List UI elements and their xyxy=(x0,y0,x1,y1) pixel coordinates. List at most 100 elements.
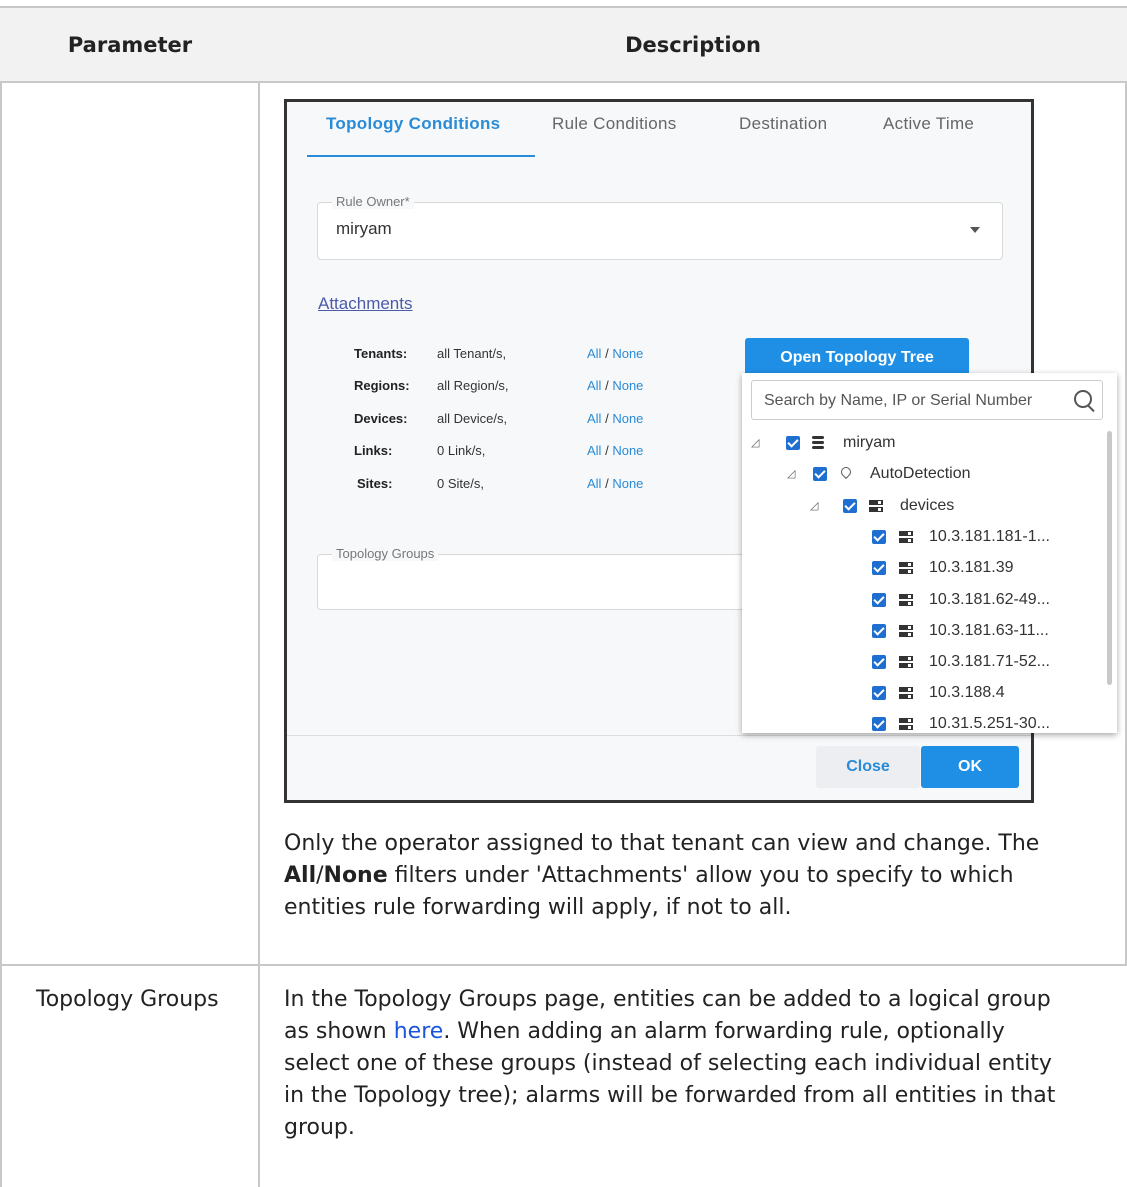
checkbox-checked[interactable] xyxy=(872,593,886,607)
tree-node-label: 10.3.181.62-49... xyxy=(929,591,1050,608)
server-icon xyxy=(899,562,913,574)
checkbox-checked[interactable] xyxy=(872,530,886,544)
location-pin-icon xyxy=(838,464,854,480)
none-filter-link[interactable]: None xyxy=(612,476,643,491)
document-page: Parameter Description Topology Condition… xyxy=(0,0,1127,1187)
expand-triangle-icon[interactable]: ◿ xyxy=(751,436,759,449)
server-icon xyxy=(899,656,913,668)
dialog-footer-divider xyxy=(287,735,1031,736)
expand-triangle-icon[interactable]: ◿ xyxy=(810,499,818,512)
filter-separator: / xyxy=(605,346,609,361)
row2-parameter: Topology Groups xyxy=(36,987,219,1012)
tree-search-input[interactable] xyxy=(762,387,1056,415)
tab-destination[interactable]: Destination xyxy=(739,114,827,134)
tab-topology-conditions[interactable]: Topology Conditions xyxy=(326,114,500,134)
tree-scrollbar[interactable] xyxy=(1107,431,1112,685)
text-line: as shown here. When adding an alarm forw… xyxy=(284,1016,1119,1048)
table-left-border xyxy=(0,6,2,1187)
text-line: in the Topology tree); alarms will be fo… xyxy=(284,1083,1056,1108)
text-line: entities rule forwarding will apply, if … xyxy=(284,895,792,920)
tab-rule-conditions[interactable]: Rule Conditions xyxy=(552,114,677,134)
checkbox-checked[interactable] xyxy=(813,467,827,481)
checkbox-checked[interactable] xyxy=(872,686,886,700)
tree-node-label: 10.3.188.4 xyxy=(929,684,1005,701)
tree-node-device[interactable]: 10.31.5.251-30... xyxy=(872,715,1102,733)
active-tab-indicator xyxy=(307,155,535,157)
server-icon xyxy=(869,500,883,512)
slash-text: / xyxy=(316,863,324,888)
row-divider xyxy=(0,964,1127,966)
attachments-link[interactable]: Attachments xyxy=(318,294,413,314)
tree-node-device[interactable]: 10.3.181.71-52... xyxy=(872,653,1102,677)
rule-owner-select[interactable]: Rule Owner* miryam xyxy=(317,194,1003,260)
expand-triangle-icon[interactable]: ◿ xyxy=(787,467,795,480)
tree-node-device[interactable]: 10.3.188.4 xyxy=(872,684,1102,708)
attachment-value: all Device/s, xyxy=(437,411,508,426)
attachment-value: all Tenant/s, xyxy=(437,346,507,361)
tree-node-device[interactable]: 10.3.181.39 xyxy=(872,559,1102,583)
checkbox-checked[interactable] xyxy=(872,655,886,669)
tree-node-autodetection[interactable]: ◿ AutoDetection xyxy=(787,464,1087,489)
row1-description: Only the operator assigned to that tenan… xyxy=(284,828,1114,924)
text-run: filters under 'Attachments' allow you to… xyxy=(387,863,1014,888)
header-bottom-border xyxy=(0,81,1127,83)
attachment-value: all Region/s, xyxy=(437,378,509,393)
tree-node-label: 10.3.181.181-1... xyxy=(929,528,1050,545)
attachment-label: Sites: xyxy=(357,476,393,491)
tree-search-box xyxy=(751,380,1103,420)
topology-groups-label: Topology Groups xyxy=(332,546,439,561)
attachment-label: Links: xyxy=(354,443,393,458)
ok-button[interactable]: OK xyxy=(921,746,1019,788)
topology-groups-field[interactable]: Topology Groups xyxy=(317,546,779,610)
row2-description: In the Topology Groups page, entities ca… xyxy=(284,984,1119,1144)
tree-node-device[interactable]: 10.3.181.63-11... xyxy=(872,622,1102,646)
attachment-value: 0 Site/s, xyxy=(437,476,484,491)
attachment-label: Tenants: xyxy=(354,346,408,361)
close-button[interactable]: Close xyxy=(816,746,920,788)
attachment-value: 0 Link/s, xyxy=(437,443,486,458)
text-run: as shown xyxy=(284,1019,394,1044)
filter-separator: / xyxy=(605,476,609,491)
tree-node-label: 10.3.181.71-52... xyxy=(929,653,1050,670)
text-line: select one of these groups (instead of s… xyxy=(284,1051,1052,1076)
tree-node-label: 10.3.181.39 xyxy=(929,559,1014,576)
tree-node-label: 10.3.181.63-11... xyxy=(929,622,1049,639)
all-filter-link[interactable]: All xyxy=(587,443,601,458)
all-filter-link[interactable]: All xyxy=(587,411,601,426)
bold-term-all: All xyxy=(284,863,317,888)
filter-separator: / xyxy=(605,443,609,458)
text-line: group. xyxy=(284,1115,355,1140)
attachment-label: Devices: xyxy=(354,411,408,426)
chevron-down-icon xyxy=(970,227,980,233)
here-link[interactable]: here xyxy=(394,1019,444,1044)
attachment-label: Regions: xyxy=(354,378,410,393)
rule-owner-value: miryam xyxy=(336,219,392,238)
open-topology-tree-button[interactable]: Open Topology Tree xyxy=(745,338,969,378)
tree-node-device[interactable]: 10.3.181.62-49... xyxy=(872,591,1102,615)
server-icon xyxy=(899,625,913,637)
none-filter-link[interactable]: None xyxy=(612,378,643,393)
filter-separator: / xyxy=(605,378,609,393)
tree-node-miryam[interactable]: ◿ miryam xyxy=(751,434,1051,458)
checkbox-checked[interactable] xyxy=(786,436,800,450)
header-parameter: Parameter xyxy=(67,33,193,57)
text-line: Only the operator assigned to that tenan… xyxy=(284,831,1040,856)
checkbox-checked[interactable] xyxy=(872,561,886,575)
none-filter-link[interactable]: None xyxy=(612,443,643,458)
database-icon xyxy=(812,436,824,450)
checkbox-checked[interactable] xyxy=(872,717,886,731)
all-filter-link[interactable]: All xyxy=(587,346,601,361)
tree-node-label: 10.31.5.251-30... xyxy=(929,715,1050,732)
all-filter-link[interactable]: All xyxy=(587,378,601,393)
tab-active-time[interactable]: Active Time xyxy=(883,114,974,134)
tree-node-device[interactable]: 10.3.181.181-1... xyxy=(872,528,1102,552)
checkbox-checked[interactable] xyxy=(872,624,886,638)
tree-node-devices[interactable]: ◿ devices xyxy=(810,497,1090,521)
search-icon[interactable] xyxy=(1074,390,1092,408)
none-filter-link[interactable]: None xyxy=(612,346,643,361)
none-filter-link[interactable]: None xyxy=(612,411,643,426)
column-divider xyxy=(258,6,260,1187)
all-filter-link[interactable]: All xyxy=(587,476,601,491)
text-line: All/None filters under 'Attachments' all… xyxy=(284,860,1114,892)
checkbox-checked[interactable] xyxy=(843,499,857,513)
